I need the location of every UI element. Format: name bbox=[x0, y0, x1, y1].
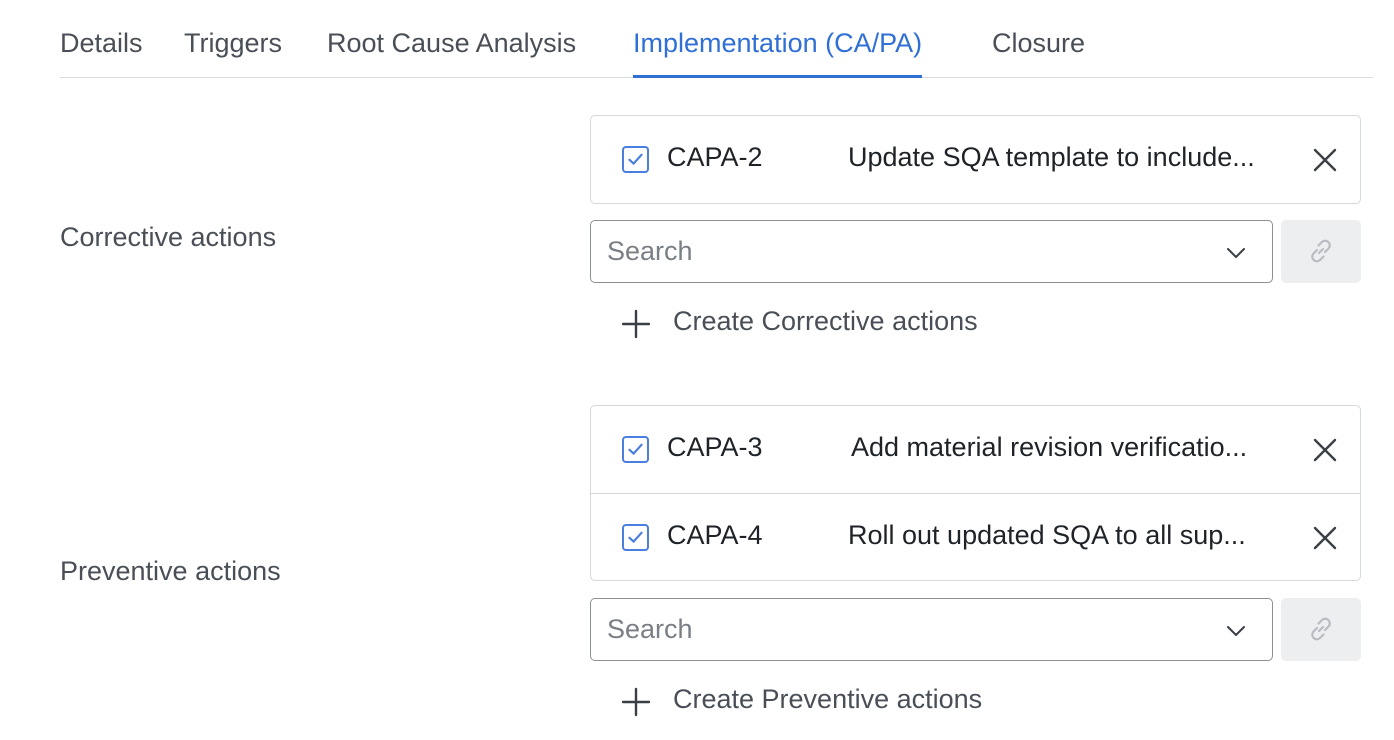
search-input[interactable] bbox=[607, 611, 1197, 647]
checkbox[interactable] bbox=[622, 436, 649, 463]
checkbox[interactable] bbox=[622, 146, 649, 173]
create-corrective-action-button[interactable]: Create Corrective actions bbox=[620, 304, 1040, 344]
tab-triggers[interactable]: Triggers bbox=[184, 28, 282, 78]
corrective-search-select[interactable] bbox=[590, 220, 1273, 283]
link-icon bbox=[1311, 239, 1331, 263]
corrective-actions-label: Corrective actions bbox=[60, 222, 277, 252]
capa-title[interactable]: Update SQA template to include... bbox=[848, 142, 1300, 173]
check-icon bbox=[628, 153, 643, 165]
preventive-actions-label: Preventive actions bbox=[60, 556, 281, 586]
capa-id[interactable]: CAPA-3 bbox=[667, 432, 763, 463]
tab-root-cause-analysis[interactable]: Root Cause Analysis bbox=[327, 28, 576, 78]
link-icon bbox=[1311, 617, 1331, 641]
check-icon bbox=[628, 443, 643, 455]
chevron-down-icon[interactable] bbox=[1226, 243, 1246, 263]
capa-title[interactable]: Add material revision verificatio... bbox=[851, 432, 1300, 463]
preventive-search-select[interactable] bbox=[590, 598, 1273, 661]
tab-details[interactable]: Details bbox=[60, 28, 143, 78]
search-input[interactable] bbox=[607, 233, 1197, 269]
create-label: Create Preventive actions bbox=[673, 684, 983, 714]
plus-icon bbox=[621, 687, 651, 717]
list-item: CAPA-3 Add material revision verificatio… bbox=[591, 406, 1360, 493]
check-icon bbox=[628, 531, 643, 543]
capa-id[interactable]: CAPA-2 bbox=[667, 142, 763, 173]
create-label: Create Corrective actions bbox=[673, 306, 978, 336]
list-item: CAPA-2 Update SQA template to include... bbox=[591, 116, 1360, 203]
close-icon bbox=[1313, 438, 1337, 462]
remove-button[interactable] bbox=[1310, 435, 1340, 465]
close-icon bbox=[1313, 148, 1337, 172]
tab-implementation[interactable]: Implementation (CA/PA) bbox=[633, 28, 923, 78]
remove-button[interactable] bbox=[1310, 523, 1340, 553]
link-button[interactable] bbox=[1281, 598, 1361, 661]
capa-title[interactable]: Roll out updated SQA to all sup... bbox=[848, 520, 1300, 551]
corrective-actions-list: CAPA-2 Update SQA template to include... bbox=[590, 115, 1361, 204]
preventive-actions-list: CAPA-3 Add material revision verificatio… bbox=[590, 405, 1361, 581]
checkbox[interactable] bbox=[622, 524, 649, 551]
chevron-down-icon[interactable] bbox=[1226, 621, 1246, 641]
capa-id[interactable]: CAPA-4 bbox=[667, 520, 763, 551]
list-item: CAPA-4 Roll out updated SQA to all sup..… bbox=[591, 493, 1360, 580]
tab-bar: Details Triggers Root Cause Analysis Imp… bbox=[60, 0, 1373, 78]
close-icon bbox=[1313, 526, 1337, 550]
remove-button[interactable] bbox=[1310, 145, 1340, 175]
create-preventive-action-button[interactable]: Create Preventive actions bbox=[620, 682, 1040, 722]
tab-closure[interactable]: Closure bbox=[992, 28, 1085, 78]
link-button[interactable] bbox=[1281, 220, 1361, 283]
plus-icon bbox=[621, 309, 651, 339]
